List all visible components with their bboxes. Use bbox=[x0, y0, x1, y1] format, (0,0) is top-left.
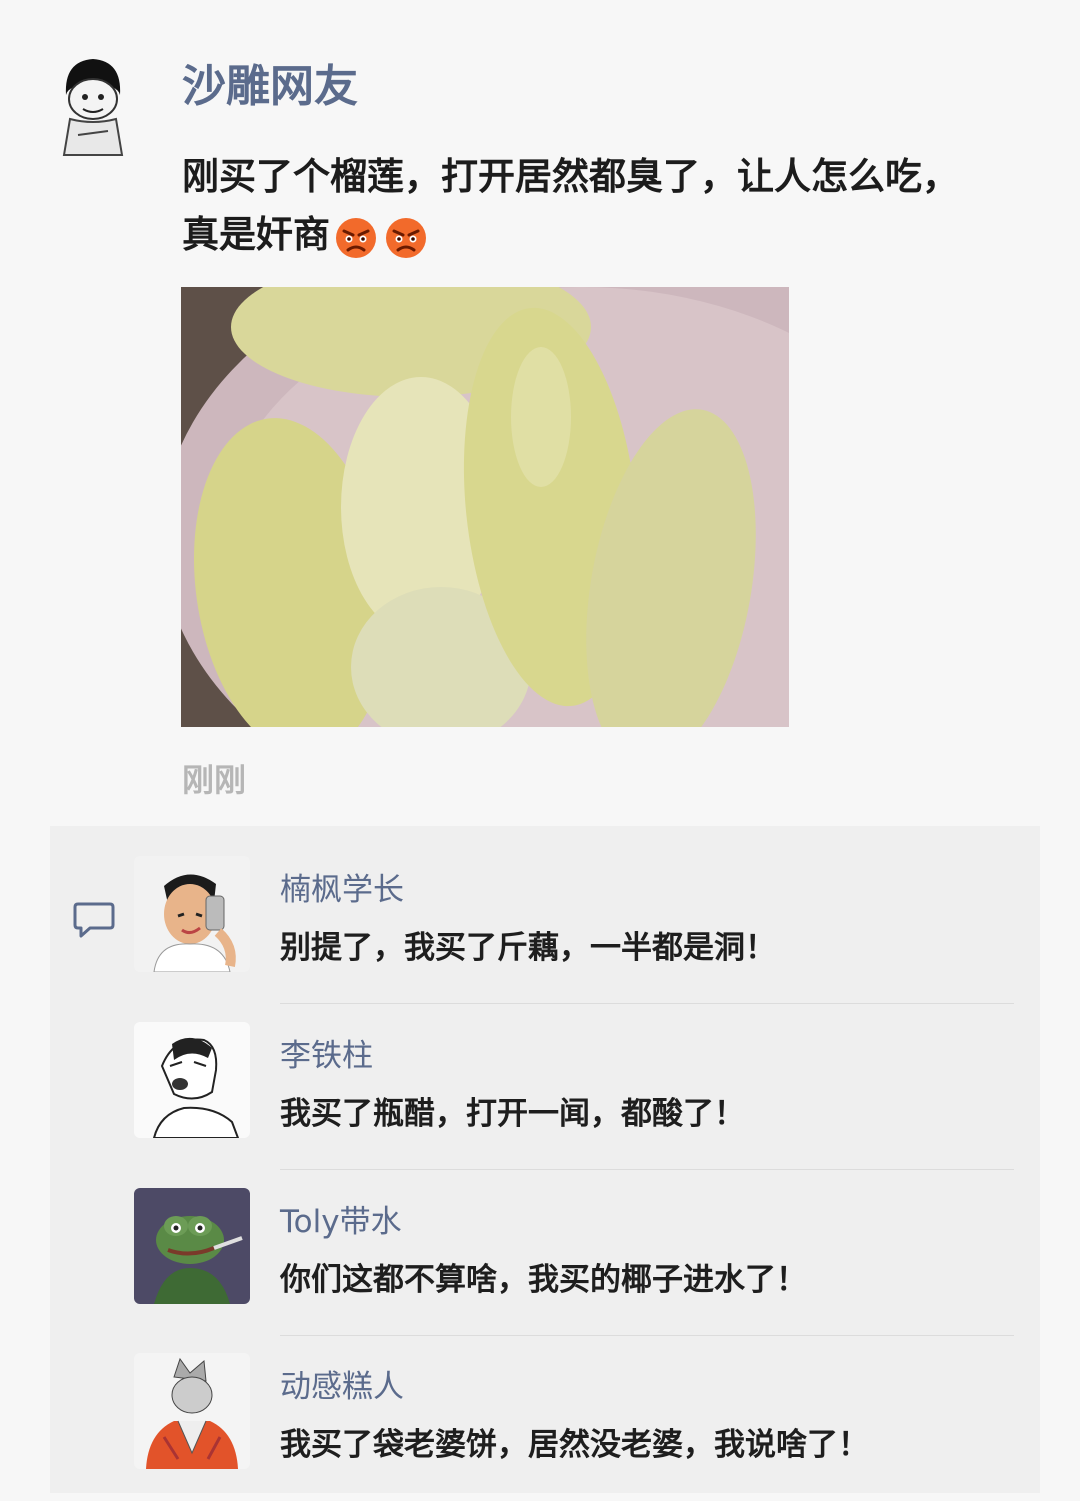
commenter-name[interactable]: 楠枫学长 bbox=[280, 864, 404, 909]
commenter-name[interactable]: Toly带水 bbox=[280, 1196, 402, 1241]
emoji-row bbox=[334, 208, 434, 266]
post-author-avatar[interactable] bbox=[58, 55, 128, 157]
comment-text: 别提了，我买了斤藕，一半都是洞！ bbox=[280, 930, 776, 966]
commenter-name[interactable]: 动感糕人 bbox=[280, 1361, 404, 1406]
post-content: 刚买了个榴莲，打开居然都臭了，让人怎么吃，真是奸商 bbox=[182, 148, 972, 266]
commenter-avatar[interactable] bbox=[134, 1022, 250, 1138]
comment-item: Toly带水 你们这都不算啥，我买的椰子进水了！ bbox=[134, 1176, 1014, 1336]
comment-icon[interactable] bbox=[72, 900, 116, 940]
commenter-avatar[interactable] bbox=[134, 1188, 250, 1304]
post-author-name[interactable]: 沙雕网友 bbox=[182, 50, 358, 114]
comment-item: 李铁柱 我买了瓶醋，打开一闻，都酸了！ bbox=[134, 1010, 1014, 1170]
post-text: 刚买了个榴莲，打开居然都臭了，让人怎么吃，真是奸商 bbox=[182, 155, 959, 256]
post-photo[interactable] bbox=[181, 287, 789, 727]
comment-text: 我买了袋老婆饼，居然没老婆，我说啥了！ bbox=[280, 1427, 869, 1463]
post-timestamp: 刚刚 bbox=[182, 761, 247, 799]
angry-face-icon bbox=[336, 218, 376, 258]
divider bbox=[280, 1003, 1014, 1004]
divider bbox=[280, 1335, 1014, 1336]
commenter-avatar[interactable] bbox=[134, 856, 250, 972]
commenter-name[interactable]: 李铁柱 bbox=[280, 1030, 373, 1075]
angry-face-icon bbox=[386, 218, 426, 258]
comment-item: 动感糕人 我买了袋老婆饼，居然没老婆，我说啥了！ bbox=[134, 1341, 1014, 1501]
divider bbox=[280, 1169, 1014, 1170]
comment-text: 我买了瓶醋，打开一闻，都酸了！ bbox=[280, 1096, 745, 1132]
comment-text: 你们这都不算啥，我买的椰子进水了！ bbox=[280, 1262, 807, 1298]
commenter-avatar[interactable] bbox=[134, 1353, 250, 1469]
comment-item: 楠枫学长 别提了，我买了斤藕，一半都是洞！ bbox=[134, 844, 1014, 1004]
